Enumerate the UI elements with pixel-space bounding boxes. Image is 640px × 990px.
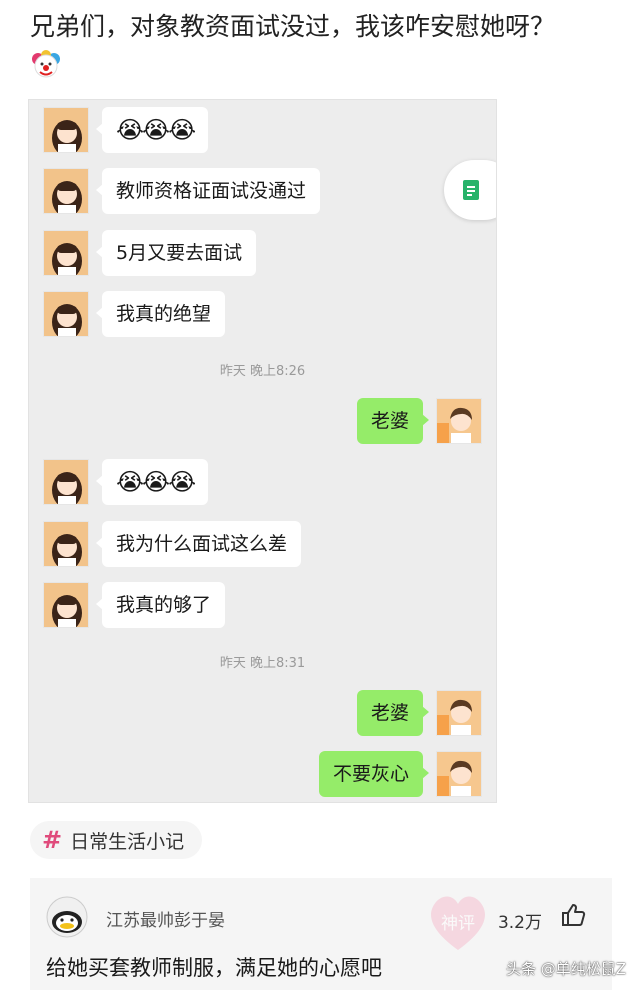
girl-avatar [43,230,89,276]
comment-text: 给她买套教师制服，满足她的心愿吧 [46,956,382,980]
chat-message: 老婆 [29,690,496,738]
message-bubble: 不要灰心 [318,751,423,797]
boy-avatar [436,751,482,797]
girl-avatar [43,521,89,567]
topic-tag-label: 日常生活小记 [70,830,185,853]
message-bubble: 我为什么面试这么差 [102,521,302,567]
topic-tag[interactable]: # 日常生活小记 [30,821,203,859]
chat-message: 教师资格证面试没通过 [29,168,496,216]
watermark: 头条 @单纯松鼠Z [505,960,626,978]
girl-avatar [43,582,89,628]
chat-message: 我真的够了 [29,582,496,630]
message-bubble: 我真的绝望 [102,291,226,337]
message-bubble: 😭😭😭 [102,459,209,505]
chat-timestamp: 昨天 晚上8:26 [219,364,306,379]
message-bubble: 5月又要去面试 [102,230,257,276]
message-bubble: 教师资格证面试没通过 [102,168,321,214]
chat-timestamp: 昨天 晚上8:31 [219,656,306,671]
chat-message: 我为什么面试这么差 [29,521,496,569]
boy-avatar [436,398,482,444]
chat-message: 老婆 [29,398,496,446]
chat-message: 5月又要去面试 [29,230,496,278]
message-bubble: 我真的够了 [102,582,226,628]
message-bubble: 老婆 [356,690,423,736]
boy-avatar [436,690,482,736]
girl-avatar [43,459,89,505]
chat-screenshot: 😭😭😭 教师资格证面试没通过 5月又要去面试 我真的绝望 昨天 晚上8:26 老… [28,99,497,803]
chat-message: 我真的绝望 [29,291,496,339]
message-bubble: 老婆 [356,398,423,444]
chat-message: 😭😭😭 [29,107,496,155]
post-title: 兄弟们，对象教资面试没过，我该咋安慰她呀？ [30,12,556,41]
thumbs-up-icon[interactable] [560,902,586,928]
girl-avatar [43,107,89,153]
svg-text:神评: 神评 [441,914,475,933]
girl-avatar [43,291,89,337]
user-avatar[interactable] [46,896,88,938]
chat-message: 不要灰心 [29,751,496,799]
like-count: 3.2万 [497,913,542,933]
hashtag-icon: # [42,826,63,854]
girl-avatar [43,168,89,214]
comment-username[interactable]: 江苏最帅彭于晏 [106,906,225,931]
message-bubble: 😭😭😭 [102,107,209,153]
top-comment-stamp: 神评 [431,896,485,950]
chat-message: 😭😭😭 [29,459,496,507]
clown-icon [32,50,60,78]
